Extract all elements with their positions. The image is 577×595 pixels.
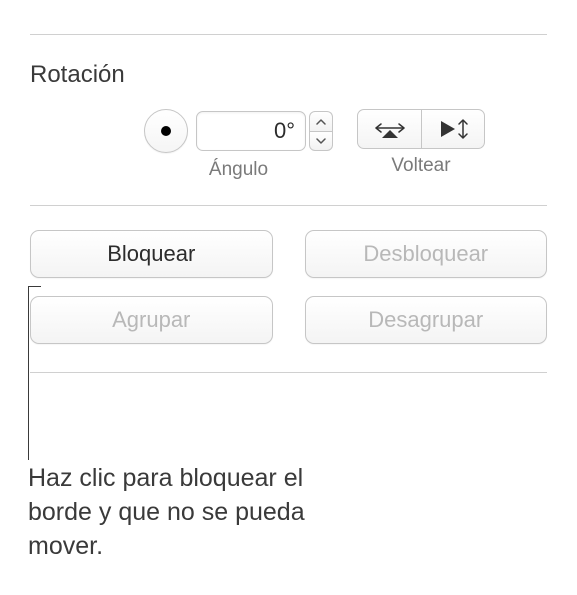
flip-buttons: [357, 109, 485, 149]
rotation-heading: Rotación: [30, 61, 547, 89]
lock-button[interactable]: Bloquear: [30, 230, 273, 278]
ungroup-button[interactable]: Desagrupar: [305, 296, 548, 344]
angle-group: Ángulo: [144, 109, 333, 181]
angle-input[interactable]: [196, 111, 306, 151]
unlock-button[interactable]: Desbloquear: [305, 230, 548, 278]
flip-vertical-button[interactable]: [421, 109, 485, 149]
callout-leader-line: [28, 286, 29, 460]
flip-group: Voltear: [357, 109, 485, 177]
flip-horizontal-button[interactable]: [357, 109, 421, 149]
arrange-panel: Rotación Ángulo: [0, 0, 577, 373]
angle-step-up[interactable]: [309, 111, 333, 131]
group-button[interactable]: Agrupar: [30, 296, 273, 344]
angle-input-wrap: [196, 111, 333, 151]
flip-vertical-icon: [435, 117, 471, 141]
divider-top: [30, 34, 547, 35]
angle-label: Ángulo: [209, 159, 268, 181]
lock-group-buttons: Bloquear Desbloquear Agrupar Desagrupar: [30, 230, 547, 344]
rotation-dial[interactable]: [144, 109, 188, 153]
angle-step-down[interactable]: [309, 131, 333, 151]
divider-mid: [30, 205, 547, 206]
annotation-text: Haz clic para bloquear el borde y que no…: [28, 462, 348, 563]
flip-horizontal-icon: [372, 118, 408, 140]
chevron-up-icon: [316, 119, 326, 125]
divider-bottom: [30, 372, 547, 373]
rotation-controls: Ángulo: [30, 109, 547, 181]
flip-label: Voltear: [391, 155, 450, 177]
angle-controls: [144, 109, 333, 153]
chevron-down-icon: [316, 138, 326, 144]
angle-stepper: [309, 111, 333, 151]
